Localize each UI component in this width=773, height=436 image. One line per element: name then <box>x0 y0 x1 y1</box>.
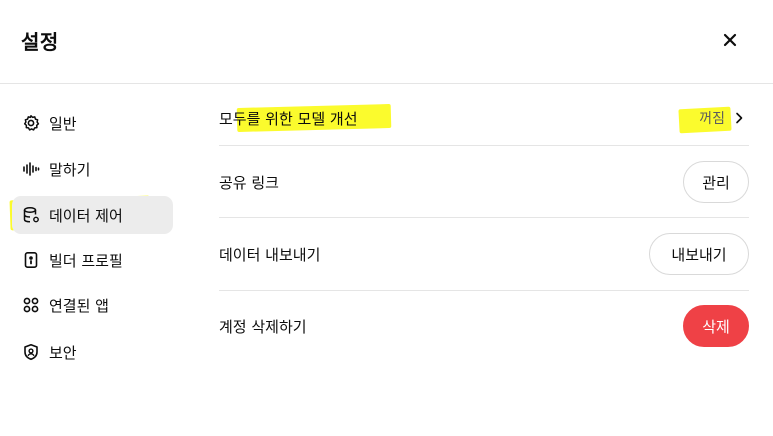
setting-label: 계정 삭제하기 <box>219 317 307 336</box>
dialog-header: 설정 <box>0 0 773 84</box>
manage-shared-links-button[interactable]: 관리 <box>683 161 749 203</box>
row-divider <box>219 217 749 218</box>
database-icon <box>22 206 40 224</box>
setting-row-export-data: 데이터 내보내기 내보내기 <box>219 232 749 276</box>
close-button[interactable] <box>716 26 744 54</box>
row-divider <box>219 145 749 146</box>
close-icon <box>723 33 737 47</box>
setting-row-shared-links: 공유 링크 관리 <box>219 160 749 204</box>
gear-icon <box>22 114 40 132</box>
sidebar-item-label: 연결된 앱 <box>49 296 109 315</box>
export-data-button[interactable]: 내보내기 <box>649 233 749 275</box>
shield-icon <box>22 343 40 361</box>
setting-row-delete-account: 계정 삭제하기 삭제 <box>219 304 749 348</box>
setting-row-improve-model: 모두를 위한 모델 개선 꺼짐 <box>219 100 749 136</box>
improve-model-value: 꺼짐 <box>699 111 725 127</box>
delete-account-button[interactable]: 삭제 <box>683 305 749 347</box>
setting-label: 모두를 위한 모델 개선 <box>219 109 358 128</box>
sidebar-item-builder-profile[interactable]: 빌더 프로필 <box>12 241 173 279</box>
sidebar-item-label: 보안 <box>49 343 77 362</box>
chevron-right-icon <box>736 112 743 124</box>
sidebar-item-label: 빌더 프로필 <box>49 251 123 270</box>
audio-wave-icon <box>22 160 40 178</box>
sidebar-item-security[interactable]: 보안 <box>12 333 173 371</box>
setting-label: 데이터 내보내기 <box>219 245 321 264</box>
sidebar-item-general[interactable]: 일반 <box>12 104 173 142</box>
setting-label: 공유 링크 <box>219 173 279 192</box>
improve-model-toggle[interactable]: 꺼짐 <box>699 108 747 128</box>
row-divider <box>219 290 749 291</box>
dialog-title: 설정 <box>21 30 59 54</box>
sidebar-item-label: 말하기 <box>49 160 91 179</box>
sidebar-item-label: 일반 <box>49 114 77 133</box>
sidebar-item-label: 데이터 제어 <box>49 206 123 225</box>
sidebar-item-connected-apps[interactable]: 연결된 앱 <box>12 286 173 324</box>
sidebar-item-speech[interactable]: 말하기 <box>12 150 173 188</box>
sidebar-item-data-controls[interactable]: 데이터 제어 <box>12 196 173 234</box>
apps-grid-icon <box>22 296 40 314</box>
id-badge-icon <box>22 251 40 269</box>
